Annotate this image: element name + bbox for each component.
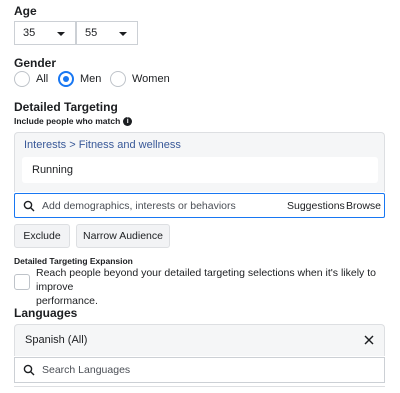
narrow-audience-button[interactable]: Narrow Audience: [76, 224, 170, 248]
top-spacer: [0, 0, 400, 4]
gender-option-label: All: [36, 73, 49, 85]
expansion-checkbox[interactable]: [14, 274, 30, 290]
gender-option-all[interactable]: All: [14, 71, 48, 87]
selected-language-item[interactable]: Spanish (All): [17, 328, 382, 352]
narrow-audience-button-label: Narrow Audience: [83, 230, 163, 242]
gender-label: Gender: [14, 56, 57, 70]
chevron-down-icon: [57, 32, 65, 36]
expansion-label: Detailed Targeting Expansion: [14, 256, 133, 266]
expansion-description-line1: Reach people beyond your detailed target…: [36, 267, 376, 293]
expansion-description-line2: performance.: [36, 295, 98, 307]
languages-label: Languages: [14, 306, 78, 320]
selected-language-label: Spanish (All): [25, 334, 88, 346]
chevron-down-icon: [119, 32, 127, 36]
age-min-value: 35: [23, 27, 36, 39]
include-label: Include people who match: [14, 116, 121, 126]
selected-interest-label: Running: [32, 164, 73, 176]
search-icon: [23, 364, 35, 376]
age-max-value: 55: [85, 27, 98, 39]
suggestions-link[interactable]: Suggestions: [287, 200, 345, 212]
selected-interest-item[interactable]: Running: [22, 157, 378, 183]
age-max-select[interactable]: 55: [76, 21, 138, 45]
radio-icon: [110, 71, 126, 87]
radio-icon: [14, 71, 30, 87]
search-icon: [23, 200, 35, 212]
gender-option-label: Men: [80, 73, 102, 85]
age-label: Age: [14, 4, 37, 18]
gender-option-men[interactable]: Men: [58, 71, 101, 87]
targeting-search-input[interactable]: Add demographics, interests or behaviors: [42, 200, 236, 212]
languages-search-box[interactable]: Search Languages: [14, 357, 385, 383]
info-icon[interactable]: i: [123, 116, 133, 126]
targeting-search-box[interactable]: Add demographics, interests or behaviors…: [14, 193, 385, 218]
browse-link[interactable]: Browse: [346, 200, 381, 212]
radio-checked-icon: [58, 71, 74, 87]
languages-search-input[interactable]: Search Languages: [42, 364, 130, 376]
expansion-description: Reach people beyond your detailed target…: [36, 266, 396, 308]
exclude-button-label: Exclude: [23, 230, 61, 242]
gender-option-women[interactable]: Women: [110, 71, 170, 87]
exclude-button[interactable]: Exclude: [14, 224, 70, 248]
include-row: Include people who match i: [14, 116, 133, 126]
close-icon[interactable]: [364, 335, 374, 345]
targeting-breadcrumb[interactable]: Interests > Fitness and wellness: [24, 139, 181, 151]
detailed-targeting-label: Detailed Targeting: [14, 100, 118, 114]
gender-option-label: Women: [132, 73, 170, 85]
age-min-select[interactable]: 35: [14, 21, 76, 45]
